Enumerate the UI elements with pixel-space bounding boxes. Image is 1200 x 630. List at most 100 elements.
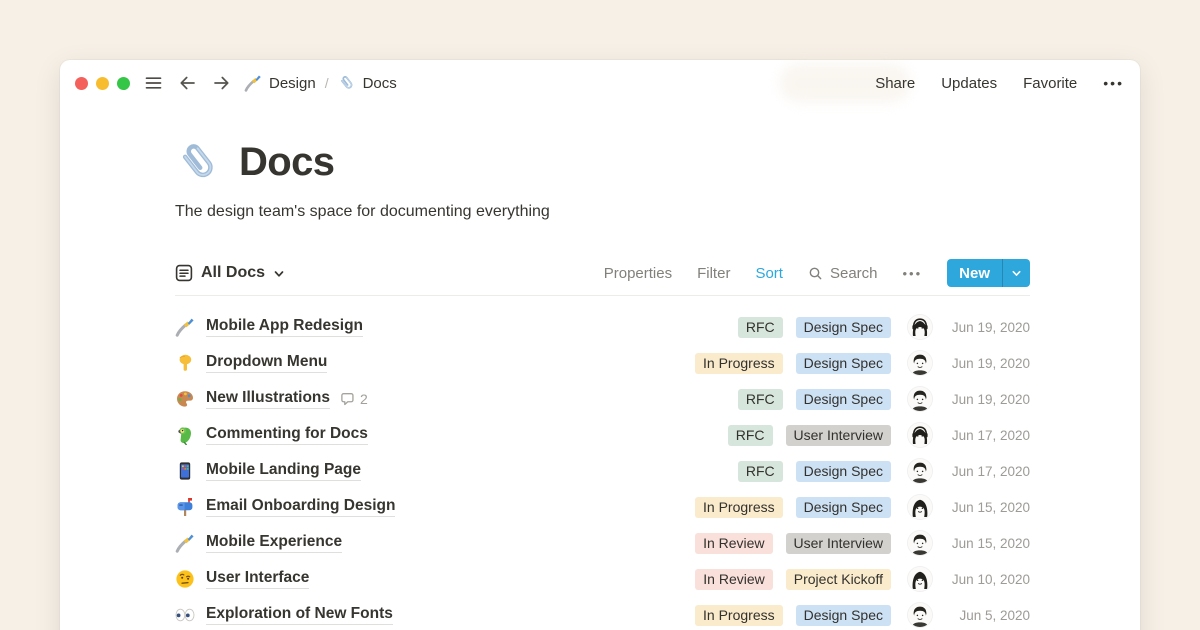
- paperclip-icon: [338, 74, 356, 92]
- tag-pill: Design Spec: [796, 389, 891, 410]
- avatar-woman: [908, 495, 932, 519]
- comment-count: 2: [360, 391, 368, 407]
- close-window-button[interactable]: [75, 77, 88, 90]
- paintbrush-icon: [244, 74, 262, 92]
- forward-arrow-icon[interactable]: [211, 73, 232, 93]
- tag-pill: In Review: [695, 569, 772, 590]
- new-dropdown-button[interactable]: [1002, 259, 1030, 287]
- tag-pill: Project Kickoff: [786, 569, 891, 590]
- avatar-headphones: [908, 315, 932, 339]
- new-button[interactable]: New: [947, 259, 1030, 287]
- sort-button[interactable]: Sort: [755, 265, 783, 282]
- table-row[interactable]: Email Onboarding Design In ProgressDesig…: [175, 489, 1030, 525]
- window-titlebar: Design / Docs Share Updates Favorite •••: [60, 60, 1140, 106]
- table-row[interactable]: Mobile App Redesign RFCDesign Spec Jun 1…: [175, 309, 1030, 345]
- titlebar-actions: Share Updates Favorite •••: [875, 75, 1124, 92]
- breadcrumb-label: Docs: [363, 75, 397, 92]
- pointing-down-hand-icon: [175, 353, 195, 373]
- tag-pill: RFC: [738, 389, 783, 410]
- tag-pill: Design Spec: [796, 461, 891, 482]
- tag-group: RFCDesign Spec: [738, 317, 891, 338]
- table-row[interactable]: User Interface In ReviewProject Kickoff …: [175, 561, 1030, 597]
- doc-title[interactable]: Mobile App Redesign: [206, 317, 363, 337]
- tag-group: In ProgressDesign Spec: [695, 605, 891, 626]
- updates-button[interactable]: Updates: [941, 75, 997, 92]
- edited-date: Jun 19, 2020: [942, 356, 1030, 371]
- tag-pill: RFC: [738, 461, 783, 482]
- table-row[interactable]: Dropdown Menu In Progress Design Spec Jun…: [175, 345, 1030, 381]
- edited-date: Jun 17, 2020: [942, 428, 1030, 443]
- doc-title[interactable]: New Illustrations: [206, 389, 330, 409]
- paintbrush-icon: [175, 317, 195, 337]
- paintbrush-icon: [175, 533, 195, 553]
- tag-pill: User Interview: [786, 425, 891, 446]
- page-subtitle: The design team's space for documenting …: [175, 203, 1030, 221]
- doc-title[interactable]: Email Onboarding Design: [206, 497, 395, 517]
- tag-pill: RFC: [728, 425, 773, 446]
- page-header: Docs The design team's space for documen…: [175, 139, 1030, 221]
- mobile-phone-icon: [175, 461, 195, 481]
- properties-button[interactable]: Properties: [604, 265, 672, 282]
- edited-date: Jun 19, 2020: [942, 392, 1030, 407]
- doc-title[interactable]: Mobile Landing Page: [206, 461, 361, 481]
- more-options-icon[interactable]: •••: [1103, 75, 1124, 91]
- edited-date: Jun 17, 2020: [942, 464, 1030, 479]
- doc-title[interactable]: User Interface: [206, 569, 309, 589]
- tag-pill: Design Spec: [796, 353, 891, 374]
- search-label: Search: [830, 265, 878, 282]
- back-arrow-icon[interactable]: [177, 73, 198, 93]
- edited-date: Jun 10, 2020: [942, 572, 1030, 587]
- chevron-down-icon: [1011, 268, 1022, 279]
- tag-pill: In Progress: [695, 353, 783, 374]
- toolbar-more-icon[interactable]: •••: [903, 266, 923, 281]
- tag-group: In ProgressDesign Spec: [695, 497, 891, 518]
- table-row[interactable]: Mobile Landing Page RFC Design Spec Jun 1…: [175, 453, 1030, 489]
- toolbar-divider: [175, 295, 1030, 296]
- avatar-man: [908, 603, 932, 627]
- tag-group: In ReviewUser Interview: [695, 533, 891, 554]
- comment-count-badge[interactable]: 2: [340, 391, 368, 407]
- edited-date: Jun 15, 2020: [942, 536, 1030, 551]
- doc-title[interactable]: Commenting for Docs: [206, 425, 368, 445]
- minimize-window-button[interactable]: [96, 77, 109, 90]
- tag-pill: In Progress: [695, 605, 783, 626]
- parrot-icon: [175, 425, 195, 445]
- table-row[interactable]: Mobile Experience In ReviewUser Intervie…: [175, 525, 1030, 561]
- doc-title[interactable]: Exploration of New Fonts: [206, 605, 393, 625]
- filter-button[interactable]: Filter: [697, 265, 730, 282]
- docs-table: Mobile App Redesign RFCDesign Spec Jun 1…: [175, 309, 1030, 630]
- breadcrumb-label: Design: [269, 75, 316, 92]
- raised-eyebrow-face-icon: [175, 569, 195, 589]
- breadcrumb-item-docs[interactable]: Docs: [338, 74, 397, 92]
- new-button-label: New: [947, 259, 1002, 287]
- tag-group: In Review Project Kickoff: [695, 569, 891, 590]
- edited-date: Jun 5, 2020: [942, 608, 1030, 623]
- search-button[interactable]: Search: [808, 265, 878, 282]
- doc-title[interactable]: Mobile Experience: [206, 533, 342, 553]
- view-switcher-all-docs[interactable]: All Docs: [175, 264, 285, 282]
- app-window: Design / Docs Share Updates Favorite •••…: [60, 60, 1140, 630]
- avatar-man: [908, 351, 932, 375]
- tag-group: RFC User Interview: [728, 425, 891, 446]
- avatar-man: [908, 531, 932, 555]
- hamburger-menu-icon[interactable]: [143, 73, 164, 93]
- page-content: Docs The design team's space for documen…: [60, 139, 1140, 630]
- palette-icon: [175, 389, 195, 409]
- avatar-man: [908, 459, 932, 483]
- favorite-button[interactable]: Favorite: [1023, 75, 1077, 92]
- edited-date: Jun 15, 2020: [942, 500, 1030, 515]
- tag-group: In Progress Design Spec: [695, 353, 891, 374]
- breadcrumb-item-design[interactable]: Design: [244, 74, 316, 92]
- zoom-window-button[interactable]: [117, 77, 130, 90]
- page-title: Docs: [239, 140, 334, 185]
- table-row[interactable]: Commenting for Docs RFC User Interview Ju…: [175, 417, 1030, 453]
- table-row[interactable]: New Illustrations 2 RFC Design Spec Jun 1…: [175, 381, 1030, 417]
- breadcrumb-separator: /: [325, 75, 329, 91]
- table-row[interactable]: Exploration of New Fonts In ProgressDesi…: [175, 597, 1030, 630]
- tag-pill: In Review: [695, 533, 772, 554]
- share-button[interactable]: Share: [875, 75, 915, 92]
- comment-bubble-icon: [340, 392, 355, 407]
- doc-title[interactable]: Dropdown Menu: [206, 353, 327, 373]
- traffic-lights: [75, 77, 130, 90]
- edited-date: Jun 19, 2020: [942, 320, 1030, 335]
